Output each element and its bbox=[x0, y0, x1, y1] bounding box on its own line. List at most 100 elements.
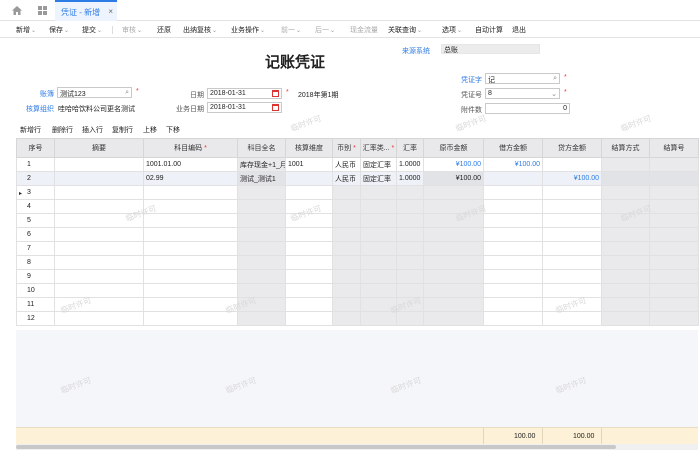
home-icon[interactable] bbox=[12, 6, 22, 15]
table-cell[interactable] bbox=[649, 185, 699, 200]
table-cell[interactable] bbox=[143, 185, 238, 200]
table-cell[interactable] bbox=[542, 213, 602, 228]
table-cell[interactable] bbox=[483, 255, 543, 270]
table-cell[interactable] bbox=[332, 255, 361, 270]
table-cell[interactable] bbox=[649, 255, 699, 270]
column-header[interactable]: 结算方式 bbox=[601, 138, 650, 158]
table-cell[interactable] bbox=[143, 297, 238, 312]
restore-button[interactable]: 还原 bbox=[157, 25, 171, 35]
table-cell[interactable] bbox=[542, 311, 602, 326]
table-cell[interactable] bbox=[285, 185, 333, 200]
table-row[interactable]: 4 bbox=[16, 199, 699, 214]
table-cell[interactable] bbox=[285, 269, 333, 284]
table-cell[interactable] bbox=[332, 311, 361, 326]
table-cell[interactable] bbox=[332, 241, 361, 256]
table-cell[interactable] bbox=[396, 311, 424, 326]
table-cell[interactable] bbox=[601, 269, 650, 284]
table-cell[interactable] bbox=[143, 255, 238, 270]
table-row[interactable]: 8 bbox=[16, 255, 699, 270]
table-cell[interactable] bbox=[423, 297, 484, 312]
table-cell[interactable] bbox=[601, 227, 650, 242]
table-cell[interactable] bbox=[483, 297, 543, 312]
calendar-icon[interactable] bbox=[272, 90, 279, 97]
next-button[interactable]: 后一⌄ bbox=[315, 25, 335, 35]
org-label[interactable]: 核算组织 bbox=[20, 104, 54, 114]
table-cell[interactable] bbox=[423, 241, 484, 256]
table-cell[interactable] bbox=[143, 269, 238, 284]
new-button[interactable]: 新增⌄ bbox=[16, 25, 36, 35]
table-cell[interactable] bbox=[332, 283, 361, 298]
table-cell[interactable] bbox=[54, 241, 144, 256]
move-down-button[interactable]: 下移 bbox=[166, 125, 180, 135]
table-cell[interactable] bbox=[483, 185, 543, 200]
tab-voucher-new[interactable]: 凭证 - 新增 × bbox=[55, 0, 117, 21]
table-cell[interactable] bbox=[423, 269, 484, 284]
apps-grid-icon[interactable] bbox=[38, 6, 47, 15]
table-cell[interactable] bbox=[649, 227, 699, 242]
table-cell[interactable]: ¥100.00 bbox=[483, 157, 543, 172]
table-cell[interactable] bbox=[285, 283, 333, 298]
table-row[interactable]: 10 bbox=[16, 283, 699, 298]
submit-button[interactable]: 提交⌄ bbox=[82, 25, 102, 35]
table-cell[interactable] bbox=[542, 283, 602, 298]
table-cell[interactable] bbox=[396, 269, 424, 284]
table-cell[interactable] bbox=[483, 199, 543, 214]
column-header[interactable]: 借方金额 bbox=[483, 138, 543, 158]
voucher-word-field[interactable]: 记 ⌕ bbox=[485, 73, 560, 84]
table-cell[interactable] bbox=[483, 213, 543, 228]
options-button[interactable]: 选项⌄ bbox=[442, 25, 462, 35]
table-cell[interactable] bbox=[143, 283, 238, 298]
table-cell[interactable] bbox=[332, 185, 361, 200]
table-row[interactable]: 6 bbox=[16, 227, 699, 242]
date-field[interactable]: 2018-01-31 bbox=[207, 88, 282, 99]
save-button[interactable]: 保存⌄ bbox=[49, 25, 69, 35]
table-cell[interactable] bbox=[649, 171, 699, 186]
table-cell[interactable] bbox=[285, 311, 333, 326]
table-cell[interactable] bbox=[542, 241, 602, 256]
account-book-field[interactable]: 测试123 ⌕ bbox=[57, 87, 132, 98]
table-row[interactable]: 3 bbox=[16, 185, 699, 200]
table-cell[interactable] bbox=[143, 213, 238, 228]
account-book-label[interactable]: 账簿 bbox=[36, 89, 54, 99]
table-cell[interactable]: 1001 bbox=[285, 157, 333, 172]
table-cell[interactable]: 固定汇率 bbox=[360, 171, 397, 186]
table-row[interactable]: 1 1001.01.00 库存现金+1_月 1001 人民币 固定汇率 1.0000 ¥100… bbox=[16, 157, 699, 172]
table-cell[interactable] bbox=[542, 227, 602, 242]
table-cell[interactable] bbox=[483, 311, 543, 326]
table-cell[interactable] bbox=[285, 227, 333, 242]
table-cell[interactable] bbox=[54, 269, 144, 284]
table-cell[interactable] bbox=[360, 227, 397, 242]
table-cell[interactable] bbox=[285, 255, 333, 270]
table-cell[interactable] bbox=[601, 283, 650, 298]
table-cell[interactable] bbox=[649, 297, 699, 312]
table-cell[interactable] bbox=[54, 171, 144, 186]
column-header[interactable]: 序号 bbox=[16, 138, 55, 158]
table-cell[interactable] bbox=[601, 241, 650, 256]
table-cell[interactable] bbox=[649, 213, 699, 228]
table-cell[interactable] bbox=[396, 227, 424, 242]
column-header[interactable]: 贷方金额 bbox=[542, 138, 602, 158]
table-cell[interactable] bbox=[237, 213, 286, 228]
scrollbar-thumb[interactable] bbox=[16, 445, 616, 449]
table-cell[interactable]: 人民币 bbox=[332, 157, 361, 172]
horizontal-scrollbar[interactable] bbox=[16, 444, 698, 450]
attachments-field[interactable]: 0 bbox=[485, 103, 570, 114]
add-row-button[interactable]: 新增行 bbox=[20, 125, 41, 135]
table-cell[interactable] bbox=[423, 227, 484, 242]
column-header[interactable]: 摘要 bbox=[54, 138, 144, 158]
table-cell[interactable] bbox=[483, 227, 543, 242]
table-cell[interactable] bbox=[601, 297, 650, 312]
voucher-word-label[interactable]: 凭证字 bbox=[452, 75, 482, 85]
table-cell[interactable] bbox=[332, 199, 361, 214]
table-cell[interactable] bbox=[601, 157, 650, 172]
table-cell[interactable]: 库存现金+1_月 bbox=[237, 157, 286, 172]
cash-flow-button[interactable]: 现金流量 bbox=[350, 25, 378, 35]
table-cell[interactable] bbox=[360, 199, 397, 214]
table-cell[interactable] bbox=[237, 199, 286, 214]
column-header[interactable]: 科目编码 * bbox=[143, 138, 238, 158]
biz-date-field[interactable]: 2018-01-31 bbox=[207, 102, 282, 113]
table-cell[interactable] bbox=[542, 157, 602, 172]
table-cell[interactable] bbox=[649, 157, 699, 172]
table-row[interactable]: 2 02.99 测试_测试1 人民币 固定汇率 1.0000 ¥100.00 ¥100.00 bbox=[16, 171, 699, 186]
table-cell[interactable] bbox=[396, 185, 424, 200]
